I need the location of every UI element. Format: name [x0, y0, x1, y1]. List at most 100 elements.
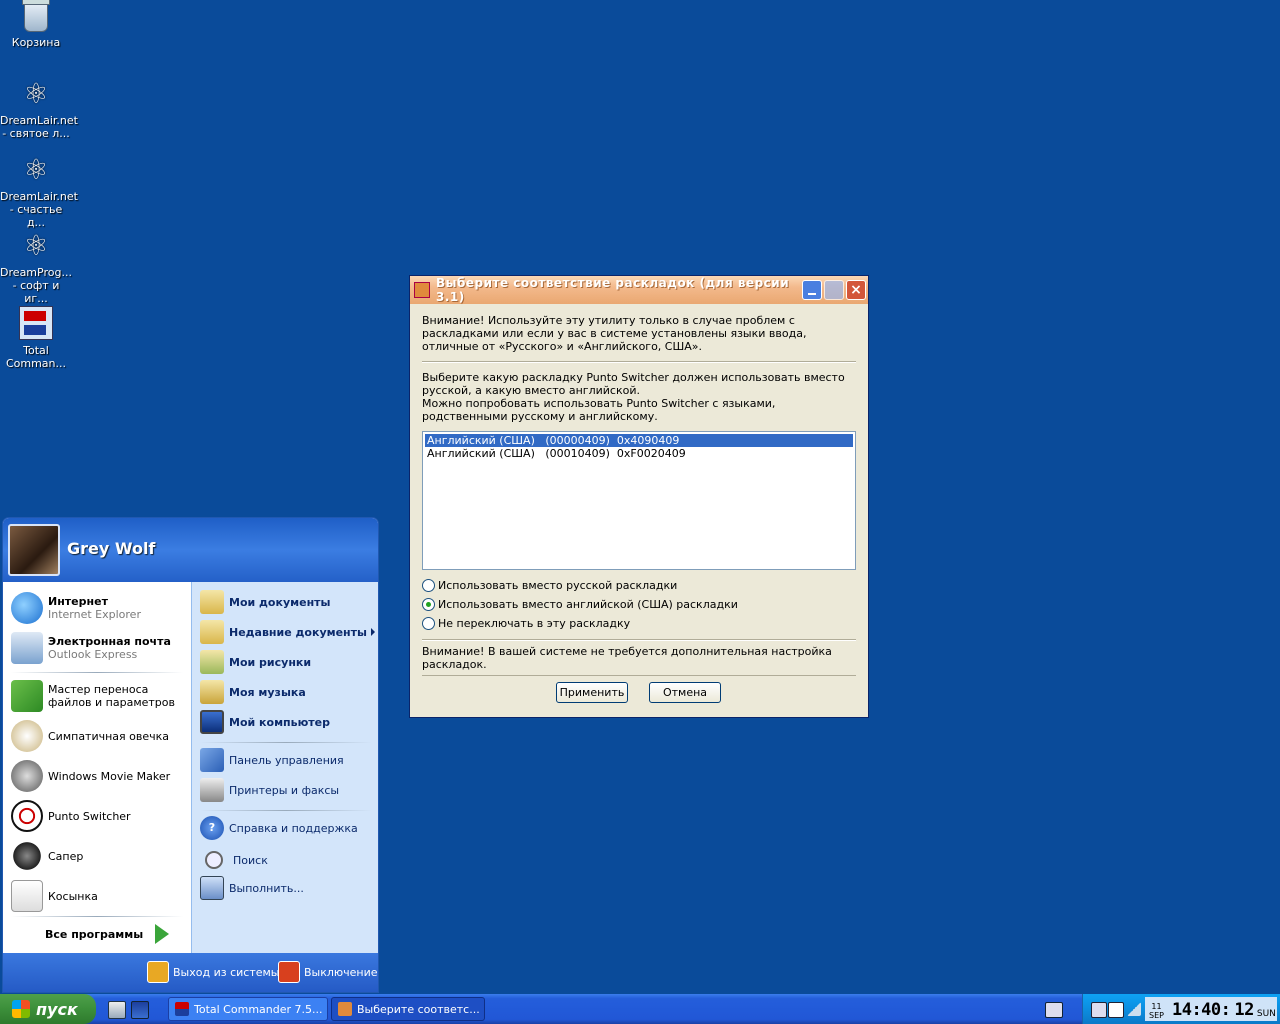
place-my-pictures[interactable]: Мои рисунки — [200, 650, 311, 674]
language-icon[interactable] — [1108, 1002, 1124, 1018]
all-programs-label: Все программы — [45, 927, 144, 941]
list-item[interactable]: Английский (США) (00010409) 0xF0020409 — [425, 447, 853, 460]
program-label: Косынка — [48, 889, 98, 903]
desktop-icon-label: - святое л... — [2, 127, 70, 140]
save-quicklaunch-icon[interactable] — [108, 1001, 126, 1019]
radio-button[interactable] — [422, 598, 435, 611]
start-menu-footer: Выход из системы Выключение — [3, 953, 378, 992]
clock-time: 14:40: — [1171, 1000, 1231, 1020]
all-programs-button[interactable]: Все программы — [45, 924, 170, 944]
folder-pictures-icon — [200, 650, 224, 674]
radio-label: Использовать вместо русской раскладки — [438, 579, 678, 592]
divider — [200, 810, 372, 811]
program-label: Симпатичная овечка — [48, 729, 170, 743]
network-icon[interactable] — [1091, 1002, 1107, 1018]
divider — [200, 742, 372, 743]
recent-program[interactable]: Симпатичная овечка — [11, 720, 169, 752]
close-button[interactable]: × — [846, 280, 866, 300]
program-label: Сапер — [48, 849, 84, 863]
windows-flag-icon — [12, 1000, 30, 1018]
folder-documents-icon — [200, 590, 224, 614]
recent-program[interactable]: Punto Switcher — [11, 800, 131, 832]
place-my-music[interactable]: Моя музыка — [200, 680, 306, 704]
taskbar: пуск Total Commander 7.5... Выберите соо… — [0, 994, 1280, 1024]
desktop-icon-dreamlair-1[interactable]: ⚛ DreamLair.net - святое л... — [0, 78, 78, 141]
start-button[interactable]: пуск — [0, 994, 96, 1024]
desktop-icon-recycle-bin[interactable]: Корзина — [0, 0, 72, 49]
recent-program[interactable]: Косынка — [11, 880, 98, 912]
punto-switcher-icon — [338, 1002, 352, 1016]
shutdown-label: Выключение — [304, 965, 378, 979]
pinned-internet[interactable]: Интернет Internet Explorer — [11, 592, 141, 624]
run-icon — [200, 876, 224, 900]
key-icon — [147, 961, 169, 983]
radio-button[interactable] — [422, 617, 435, 630]
place-my-computer[interactable]: Мой компьютер — [200, 710, 330, 734]
dialog-titlebar[interactable]: Выберите соответствие раскладок (для вер… — [410, 276, 868, 304]
desktop-icon-dreamprog[interactable]: ⚛ DreamProg... - софт и иг... — [0, 229, 72, 306]
place-run[interactable]: Выполнить... — [200, 876, 304, 900]
logoff-label: Выход из системы — [173, 965, 280, 979]
recent-program[interactable]: Мастер переноса файлов и параметров — [11, 680, 189, 712]
clock[interactable]: 11 SEP 14:40: 12 SUN — [1149, 998, 1276, 1020]
recent-program[interactable]: Windows Movie Maker — [11, 760, 170, 792]
search-icon — [205, 851, 223, 869]
punto-switcher-icon — [11, 800, 43, 832]
divider — [11, 672, 183, 673]
radio-button[interactable] — [422, 579, 435, 592]
pinned-subtitle: Internet Explorer — [48, 608, 141, 621]
place-my-documents[interactable]: Мои документы — [200, 590, 331, 614]
sheep-icon — [11, 720, 43, 752]
desktop-icon-total-commander[interactable]: Total Comman... — [0, 306, 72, 370]
recent-program[interactable]: Сапер — [11, 840, 83, 872]
keyboard-icon[interactable] — [1045, 1002, 1063, 1018]
printer-icon — [200, 778, 224, 802]
place-search[interactable]: Поиск — [200, 846, 268, 874]
apply-button[interactable]: Применить — [556, 682, 628, 703]
radio-label: Использовать вместо английской (США) рас… — [438, 598, 738, 611]
user-avatar[interactable] — [8, 524, 60, 576]
computer-icon — [200, 710, 224, 734]
show-desktop-icon[interactable] — [131, 1001, 149, 1019]
place-label: Мои документы — [229, 595, 331, 609]
task-total-commander[interactable]: Total Commander 7.5... — [168, 997, 328, 1021]
movie-maker-icon — [11, 760, 43, 792]
system-tray: 11 SEP 14:40: 12 SUN — [1082, 994, 1280, 1024]
start-label: пуск — [36, 999, 78, 1019]
pinned-subtitle: Outlook Express — [48, 648, 138, 661]
radio-use-instead-english[interactable]: Использовать вместо английской (США) рас… — [422, 595, 856, 614]
place-control-panel[interactable]: Панель управления — [200, 748, 344, 772]
clock-month: SEP — [1149, 1011, 1164, 1020]
pinned-email[interactable]: Электронная почта Outlook Express — [11, 632, 171, 664]
list-item[interactable]: Английский (США) (00000409) 0x4090409 — [425, 434, 853, 447]
dragon-icon: ⚛ — [23, 229, 49, 262]
total-commander-icon — [175, 1002, 189, 1016]
status-text: Внимание! В вашей системе не требуется д… — [422, 645, 856, 676]
start-menu-programs: Интернет Internet Explorer Электронная по… — [3, 582, 191, 953]
recycle-bin-icon — [22, 0, 50, 32]
place-help[interactable]: ? Справка и поддержка — [200, 816, 358, 840]
radio-do-not-switch[interactable]: Не переключать в эту раскладку — [422, 614, 856, 633]
power-icon — [278, 961, 300, 983]
task-layout-dialog[interactable]: Выберите соответс... — [331, 997, 485, 1021]
logoff-button[interactable]: Выход из системы — [147, 961, 279, 983]
punto-switcher-icon — [414, 282, 430, 298]
place-printers[interactable]: Принтеры и факсы — [200, 778, 339, 802]
desktop-icon-dreamlair-2[interactable]: ⚛ DreamLair.net - счастье д... — [0, 154, 78, 230]
folder-music-icon — [200, 680, 224, 704]
warning-text: Внимание! Используйте эту утилиту только… — [422, 314, 807, 353]
radio-use-instead-russian[interactable]: Использовать вместо русской раскладки — [422, 576, 856, 595]
program-label: Windows Movie Maker — [48, 769, 171, 783]
volume-icon[interactable] — [1127, 1002, 1141, 1016]
clock-date: 11 SEP — [1149, 1002, 1164, 1020]
layout-listbox[interactable]: Английский (США) (00000409) 0x4090409 Ан… — [422, 431, 856, 570]
place-label: Недавние документы — [229, 625, 367, 639]
minimize-button[interactable] — [802, 280, 822, 300]
start-menu-header: Grey Wolf — [3, 518, 378, 582]
start-menu: Grey Wolf Интернет Internet Explorer Элек… — [2, 517, 379, 993]
place-recent-documents[interactable]: Недавние документы — [200, 620, 375, 644]
shutdown-button[interactable]: Выключение — [278, 961, 378, 983]
total-commander-icon — [19, 306, 53, 340]
outlook-express-icon — [11, 632, 43, 664]
cancel-button[interactable]: Отмена — [649, 682, 721, 703]
